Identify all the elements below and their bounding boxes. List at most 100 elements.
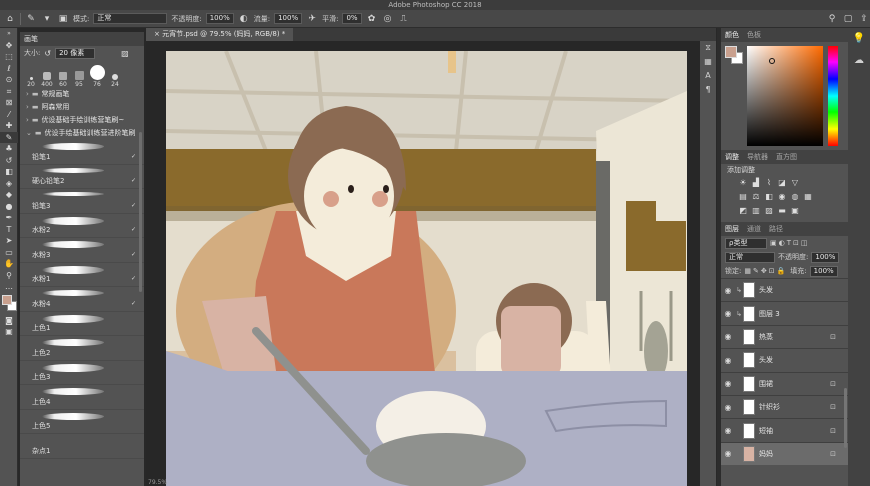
photo-filter-icon[interactable]: ◉ (778, 193, 786, 201)
brushes-panel-tab[interactable]: 画笔 (20, 32, 144, 46)
brush-item[interactable]: 水粉4 ✓ (20, 287, 144, 312)
close-icon[interactable]: × (154, 30, 162, 38)
screen-mode-icon[interactable]: ▣ (0, 326, 18, 338)
brush-preset[interactable]: 24 (108, 74, 122, 88)
crop-tool-icon[interactable]: ⌗ (0, 86, 18, 98)
layer-row[interactable]: ◉ 短袖 ⊡ (721, 418, 848, 441)
visibility-eye-icon[interactable]: ◉ (721, 356, 735, 365)
brush-tool-icon[interactable]: ✎ (25, 13, 37, 25)
zoom-tool-icon[interactable]: ⚲ (0, 270, 18, 282)
brush-item[interactable]: 上色3 (20, 361, 144, 385)
levels-icon[interactable]: ▟ (752, 179, 760, 187)
eraser-tool-icon[interactable]: ◧ (0, 166, 18, 178)
swatches-icon[interactable]: ▦ (700, 55, 716, 69)
lasso-tool-icon[interactable]: ℓ (0, 63, 18, 75)
brush-folder[interactable]: › ▬ 阿森常用 (20, 101, 144, 114)
hand-tool-icon[interactable]: ✋ (0, 258, 18, 270)
pressure-size-icon[interactable]: ◎ (382, 13, 394, 25)
layers-scrollbar[interactable] (844, 388, 847, 448)
airbrush-icon[interactable]: ✈ (306, 13, 318, 25)
black-white-icon[interactable]: ◧ (765, 193, 773, 201)
search-icon[interactable]: ⚲ (826, 13, 838, 25)
mode-select[interactable]: 正常 (93, 13, 168, 24)
home-icon[interactable]: ⌂ (4, 13, 16, 25)
layer-filter-icons[interactable]: ▣◐T⊡◫ (770, 239, 809, 247)
brush-item[interactable]: 上色5 (20, 410, 144, 434)
layer-row[interactable]: ◉ 热蒸 ⊡ (721, 324, 848, 348)
dodge-tool-icon[interactable]: ● (0, 201, 18, 213)
character-icon[interactable]: A (700, 69, 716, 83)
saturation-brightness-field[interactable] (747, 46, 823, 146)
tab-navigator[interactable]: 导航器 (747, 152, 768, 162)
color-picker-ring[interactable] (769, 58, 775, 64)
brush-preset[interactable]: 95 (72, 71, 86, 88)
symmetry-icon[interactable]: ⎍ (398, 13, 410, 25)
blend-mode-select[interactable]: 正常 (725, 251, 775, 263)
foreground-color-swatch[interactable] (2, 294, 12, 305)
brush-preset[interactable]: 400 (40, 72, 54, 88)
brush-folder-open[interactable]: ⌄ ▬ 优设手绘基础训练营进阶笔刷 (20, 127, 144, 140)
visibility-eye-icon[interactable]: ◉ (721, 426, 735, 435)
type-tool-icon[interactable]: T (0, 224, 18, 236)
libraries-icon[interactable]: ☁ (848, 50, 870, 72)
document-canvas[interactable] (166, 51, 687, 486)
brush-preset[interactable]: 20 (24, 77, 38, 88)
frame-tool-icon[interactable]: ⊠ (0, 97, 18, 109)
brush-preset[interactable]: 76 (88, 65, 106, 88)
visibility-eye-icon[interactable]: ◉ (721, 403, 735, 412)
document-tab[interactable]: × 元宵节.psd @ 79.5% (妈妈, RGB/8) * (146, 28, 294, 41)
layer-opacity-input[interactable]: 100% (811, 251, 840, 263)
layer-row-selected[interactable]: ◉ 妈妈 ⊡ (721, 441, 848, 466)
tab-swatches[interactable]: 色板 (747, 30, 761, 40)
pressure-opacity-icon[interactable]: ◐ (238, 13, 250, 25)
vibrance-icon[interactable]: ▽ (791, 179, 799, 187)
tab-adjustments[interactable]: 调整 (725, 152, 739, 162)
quick-select-tool-icon[interactable]: ⊙ (0, 74, 18, 86)
foreground-color-swatch[interactable] (725, 46, 737, 58)
new-brush-icon[interactable]: ▨ (121, 49, 129, 58)
brush-item[interactable]: 铅笔1 ✓ (20, 140, 144, 165)
layer-row[interactable]: ◉ ↳ 头发 (721, 278, 848, 301)
tab-channels[interactable]: 通道 (747, 224, 761, 234)
history-brush-tool-icon[interactable]: ↺ (0, 155, 18, 167)
posterize-icon[interactable]: ▥ (752, 207, 760, 215)
selective-color-icon[interactable]: ▣ (791, 207, 799, 215)
learn-icon[interactable]: 💡 (848, 28, 870, 50)
layer-row[interactable]: ◉ 围裙 ⊡ (721, 371, 848, 395)
tab-layers[interactable]: 图层 (725, 224, 739, 234)
brush-settings-icon[interactable]: ▣ (57, 13, 69, 25)
layer-row[interactable]: ◉ 头发 (721, 348, 848, 371)
marquee-tool-icon[interactable]: ⬚ (0, 51, 18, 63)
move-tool-icon[interactable]: ✥ (0, 40, 18, 52)
layer-row[interactable]: ◉ ↳ 图层 3 (721, 301, 848, 324)
brush-item[interactable]: 上色2 (20, 336, 144, 361)
hue-saturation-icon[interactable]: ▤ (739, 193, 747, 201)
brush-tool-icon[interactable]: ✎ (0, 131, 18, 143)
workspace-icon[interactable]: ▢ (842, 13, 854, 25)
brush-item[interactable]: 铅笔3 ✓ (20, 189, 144, 214)
color-balance-icon[interactable]: ⚖ (752, 193, 760, 201)
brush-preset-picker-icon[interactable]: ▾ (41, 13, 53, 25)
fill-input[interactable]: 100% (809, 265, 838, 277)
brush-size-input[interactable]: 20 像素 (55, 47, 96, 59)
brush-item[interactable]: 水粉3 ✓ (20, 238, 144, 263)
pen-tool-icon[interactable]: ✒ (0, 212, 18, 224)
history-icon[interactable]: ⧖ (700, 41, 716, 55)
lock-icons[interactable]: ▦✎✥⊡🔒 (744, 267, 787, 275)
layer-row[interactable]: ◉ 针织衫 ⊡ (721, 394, 848, 418)
flow-input[interactable]: 100% (274, 13, 303, 24)
path-select-tool-icon[interactable]: ➤ (0, 235, 18, 247)
brush-preset[interactable]: 60 (56, 72, 70, 88)
brush-folder[interactable]: › ▬ 优设基础手绘训练营笔刷~ (20, 114, 144, 127)
eyedropper-tool-icon[interactable]: ⁄ (0, 109, 18, 121)
opacity-input[interactable]: 100% (205, 13, 234, 24)
curves-icon[interactable]: ⌇ (765, 179, 773, 187)
healing-brush-tool-icon[interactable]: ✚ (0, 120, 18, 132)
collapse-icon[interactable]: » (0, 28, 18, 40)
reset-icon[interactable]: ↺ (44, 49, 51, 58)
visibility-eye-icon[interactable]: ◉ (721, 332, 735, 341)
gradient-map-icon[interactable]: ▬ (778, 207, 786, 215)
paint-bucket-tool-icon[interactable]: ◈ (0, 178, 18, 190)
brush-item[interactable]: 上色1 (20, 312, 144, 336)
channel-mixer-icon[interactable]: ◍ (791, 193, 799, 201)
